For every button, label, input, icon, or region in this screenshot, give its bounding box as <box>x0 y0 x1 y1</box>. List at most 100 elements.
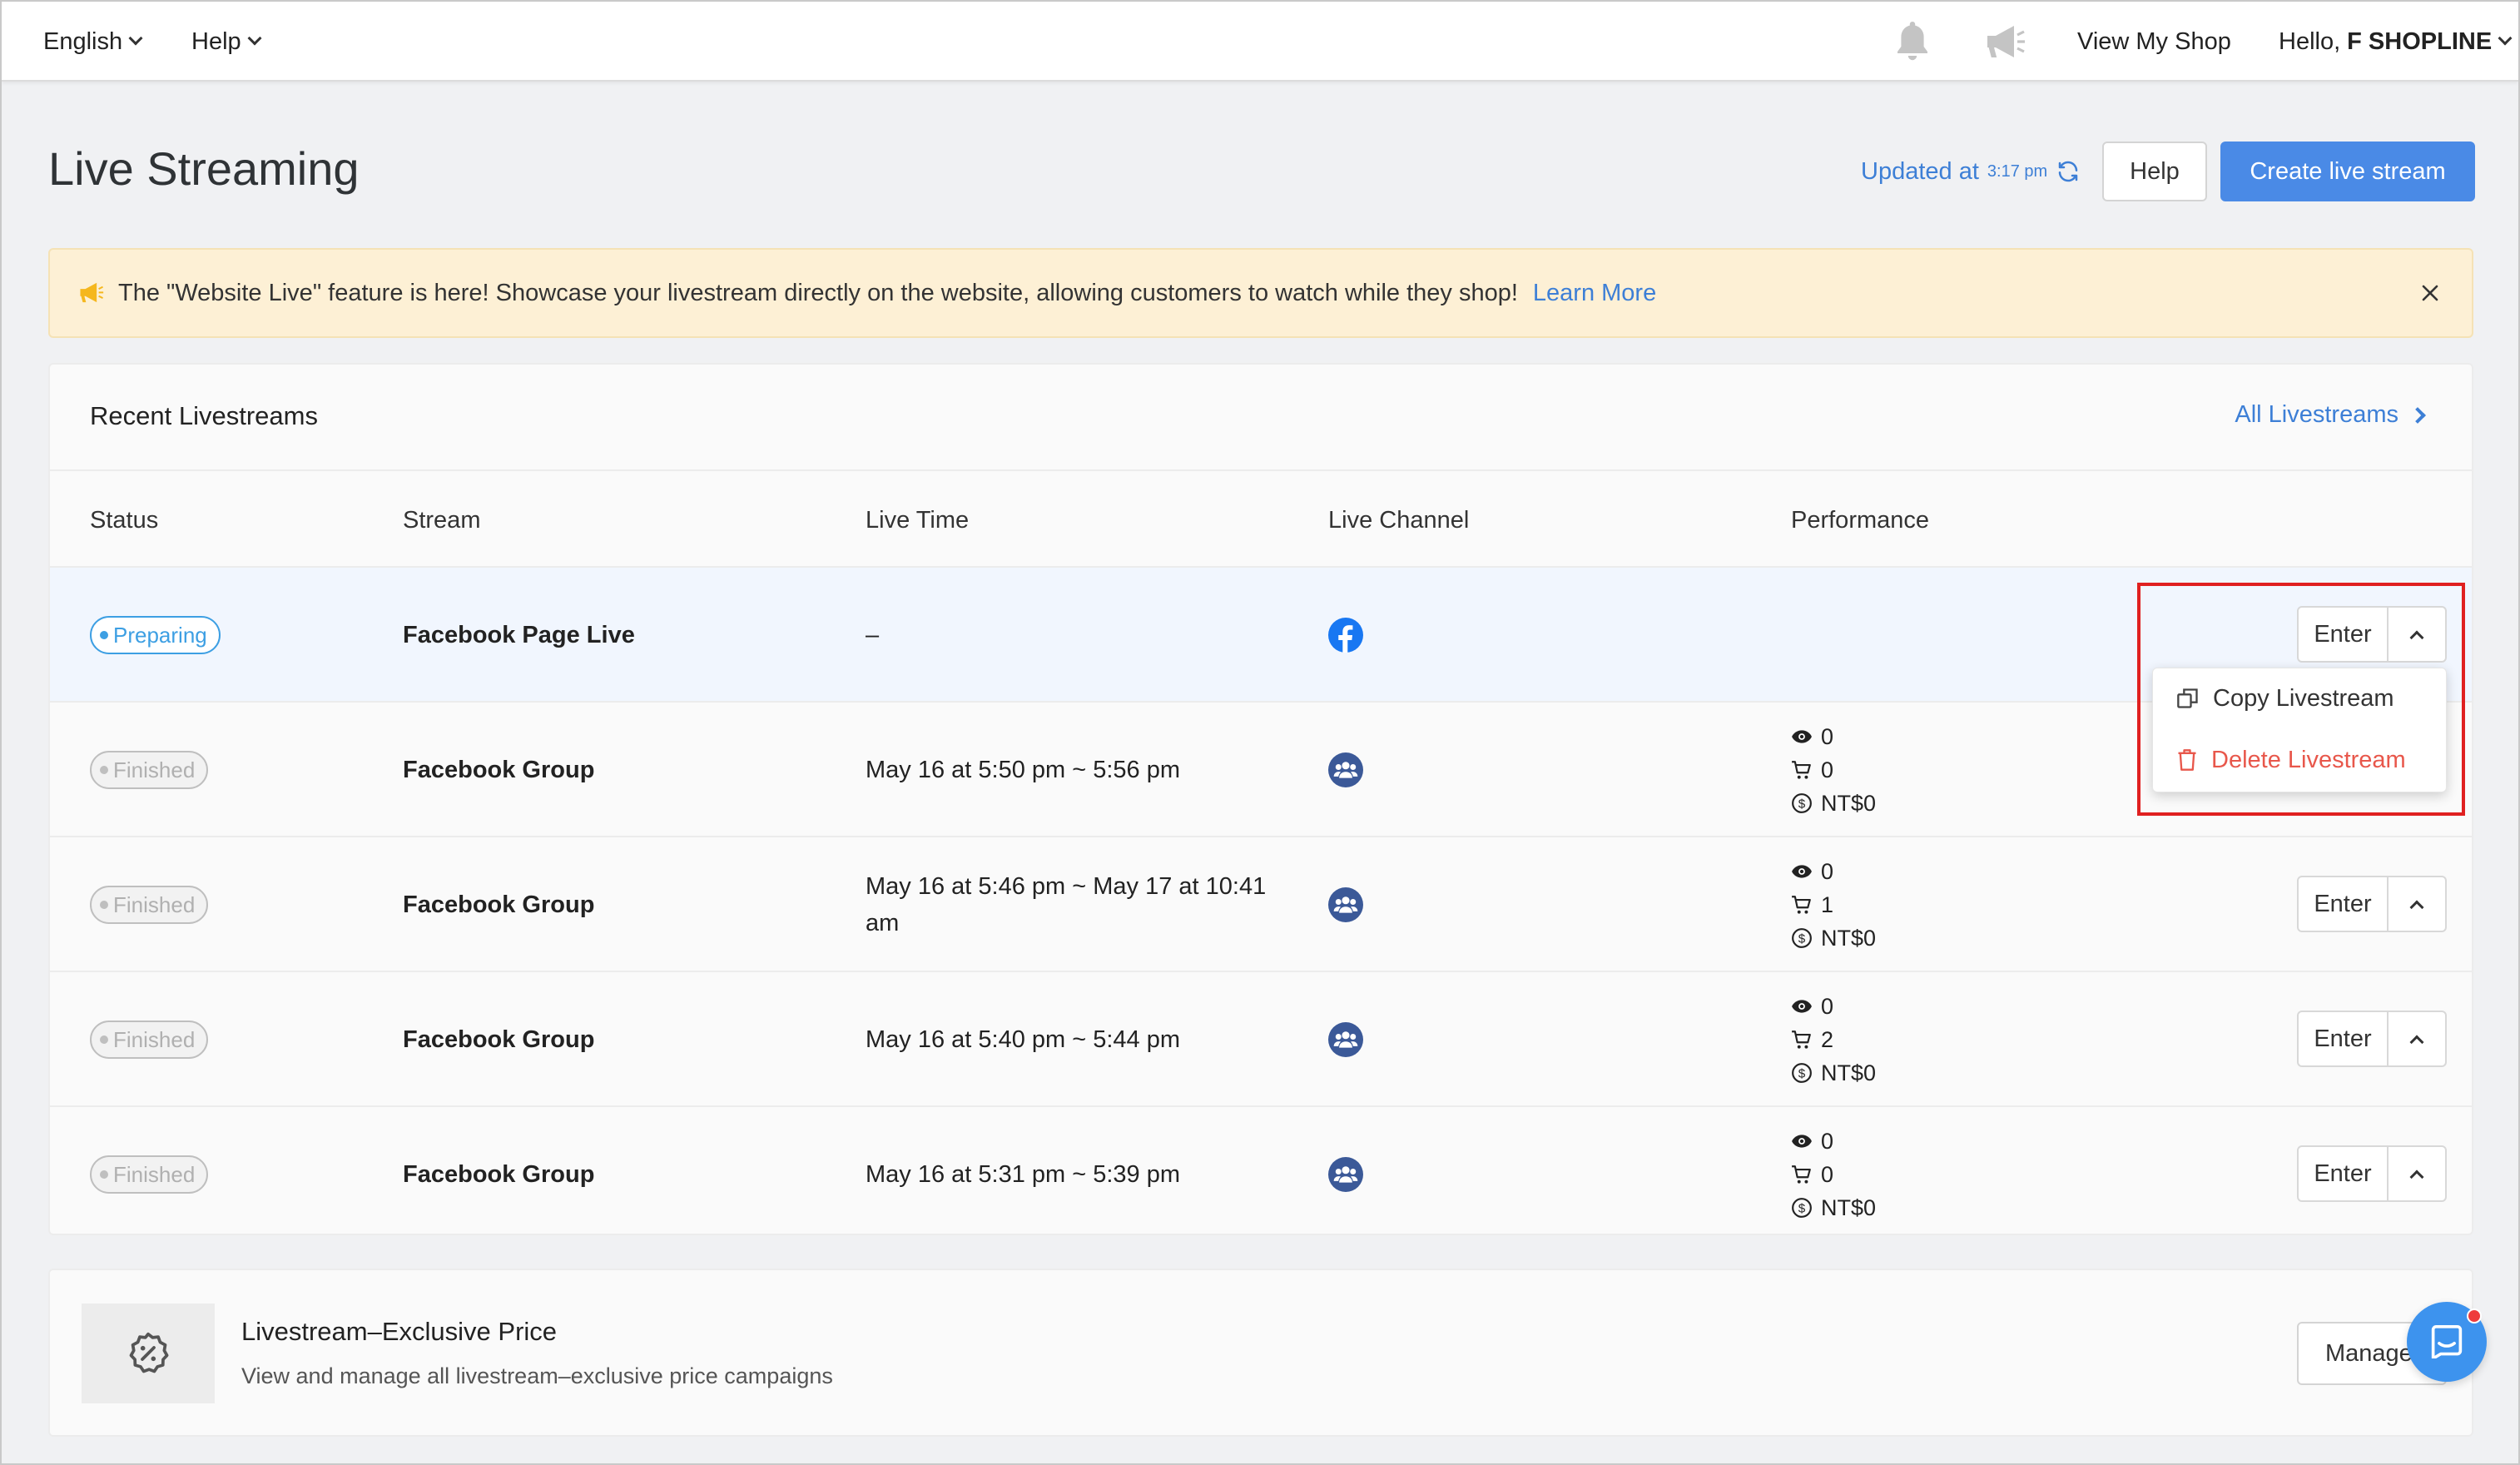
expand-menu-button[interactable] <box>2387 1012 2445 1065</box>
learn-more-link[interactable]: Learn More <box>1533 280 1656 307</box>
eye-icon <box>1792 1000 1812 1013</box>
announcement-banner: The "Website Live" feature is here! Show… <box>48 248 2473 338</box>
account-menu[interactable]: Hello, F SHOPLINE <box>2279 2 2513 82</box>
expand-menu-button[interactable] <box>2387 877 2445 931</box>
enter-button[interactable]: Enter <box>2299 877 2387 931</box>
stream-name: Facebook Group <box>403 1160 595 1188</box>
chat-support-button[interactable] <box>2407 1302 2487 1382</box>
sales-amount: NT$0 <box>1821 1060 1877 1085</box>
price-card-title: Livestream–Exclusive Price <box>241 1317 558 1346</box>
view-my-shop-label: View My Shop <box>2077 27 2231 55</box>
chevron-down-icon <box>247 31 262 46</box>
svg-text:$: $ <box>1798 797 1806 811</box>
enter-split-button: Enter <box>2297 606 2447 663</box>
status-label: Finished <box>113 1026 196 1052</box>
all-livestreams-link[interactable]: All Livestreams <box>2235 401 2426 429</box>
help-menu-label: Help <box>191 27 241 55</box>
carts-count: 2 <box>1821 1026 1834 1052</box>
sales-amount: NT$0 <box>1821 925 1877 951</box>
chevron-up-icon <box>2409 900 2424 915</box>
megaphone-icon <box>80 282 104 303</box>
language-label: English <box>43 27 123 55</box>
status-badge: Finished <box>90 886 209 924</box>
delete-livestream-item[interactable]: Delete Livestream <box>2153 735 2446 785</box>
facebook-group-icon <box>1328 837 1363 972</box>
chevron-up-icon <box>2409 630 2424 645</box>
cart-icon <box>1792 761 1811 779</box>
view-my-shop-link[interactable]: View My Shop <box>2077 2 2231 82</box>
close-icon[interactable] <box>2420 283 2440 303</box>
price-card-description: View and manage all livestream–exclusive… <box>241 1363 833 1388</box>
status-label: Finished <box>113 757 196 782</box>
views-count: 0 <box>1821 723 1834 749</box>
facebook-group-icon <box>1328 1107 1363 1242</box>
dollar-icon: $ <box>1792 793 1812 813</box>
svg-text:$: $ <box>1798 1066 1806 1080</box>
status-label: Finished <box>113 891 196 917</box>
exclusive-price-card: Livestream–Exclusive Price View and mana… <box>48 1269 2473 1437</box>
table-row[interactable]: Finished Facebook Group May 16 at 5:50 p… <box>50 703 2472 837</box>
cart-icon <box>1792 1030 1811 1049</box>
enter-split-button: Enter <box>2297 1145 2447 1202</box>
dollar-icon: $ <box>1792 1063 1812 1083</box>
performance-stats: 0 2 $ NT$0 <box>1791 972 1876 1107</box>
megaphone-icon[interactable] <box>1984 2 2027 82</box>
status-badge: Finished <box>90 751 209 789</box>
enter-button[interactable]: Enter <box>2299 608 2387 661</box>
notification-bell-icon[interactable] <box>1892 2 1932 82</box>
discount-badge-icon <box>82 1304 215 1403</box>
delete-livestream-label: Delete Livestream <box>2211 746 2406 773</box>
sales-amount: NT$0 <box>1821 790 1877 816</box>
enter-split-button: Enter <box>2297 1011 2447 1067</box>
stream-name: Facebook Group <box>403 756 595 783</box>
status-badge: Finished <box>90 1021 209 1059</box>
live-time: May 16 at 5:50 pm ~ 5:56 pm <box>866 756 1181 783</box>
stream-name: Facebook Page Live <box>403 621 635 648</box>
greeting-text: Hello, <box>2279 27 2341 55</box>
column-header-status: Status <box>90 506 159 534</box>
eye-icon <box>1792 865 1812 878</box>
expand-menu-button[interactable] <box>2387 1147 2445 1200</box>
chat-icon <box>2431 1325 2463 1358</box>
table-row[interactable]: Finished Facebook Group May 16 at 5:40 p… <box>50 972 2472 1107</box>
card-title: Recent Livestreams <box>90 401 318 430</box>
chevron-down-icon <box>128 31 143 46</box>
table-row[interactable]: Finished Facebook Group May 16 at 5:46 p… <box>50 837 2472 972</box>
all-livestreams-label: All Livestreams <box>2235 401 2398 428</box>
svg-text:$: $ <box>1798 931 1806 946</box>
copy-livestream-item[interactable]: Copy Livestream <box>2153 673 2446 723</box>
table-header: Status Stream Live Time Live Channel Per… <box>50 469 2472 568</box>
carts-count: 1 <box>1821 891 1834 917</box>
language-selector[interactable]: English <box>43 2 143 82</box>
recent-livestreams-card: Recent Livestreams All Livestreams Statu… <box>48 363 2473 1235</box>
live-time: May 16 at 5:40 pm ~ 5:44 pm <box>866 1026 1181 1053</box>
help-menu[interactable]: Help <box>191 2 262 82</box>
chevron-up-icon <box>2409 1170 2424 1184</box>
table-row[interactable]: Finished Facebook Group May 16 at 5:31 p… <box>50 1107 2472 1242</box>
copy-livestream-label: Copy Livestream <box>2213 684 2394 712</box>
performance-stats: 0 0 $ NT$0 <box>1791 703 1876 837</box>
enter-button[interactable]: Enter <box>2299 1012 2387 1065</box>
notification-dot <box>2467 1309 2482 1323</box>
banner-text: The "Website Live" feature is here! Show… <box>118 279 1518 306</box>
views-count: 0 <box>1821 858 1834 884</box>
column-header-live-time: Live Time <box>866 506 970 534</box>
chevron-up-icon <box>2409 1035 2424 1050</box>
create-live-stream-button[interactable]: Create live stream <box>2220 142 2475 201</box>
stream-name: Facebook Group <box>403 1026 595 1053</box>
stream-name: Facebook Group <box>403 891 595 918</box>
top-bar: English Help View My Shop Hello, F SHOPL… <box>2 2 2518 82</box>
live-time: – <box>866 621 880 648</box>
updated-label: Updated at <box>1861 157 1979 185</box>
cart-icon <box>1792 1165 1811 1184</box>
app-frame: English Help View My Shop Hello, F SHOPL… <box>0 0 2520 1465</box>
refresh-icon[interactable] <box>2056 159 2081 184</box>
updated-at[interactable]: Updated at 3:17 pm <box>1861 153 2081 190</box>
chevron-right-icon <box>2409 406 2426 424</box>
cart-icon <box>1792 896 1811 914</box>
help-button[interactable]: Help <box>2102 142 2207 201</box>
enter-button[interactable]: Enter <box>2299 1147 2387 1200</box>
views-count: 0 <box>1821 993 1834 1019</box>
table-row[interactable]: Preparing Facebook Page Live – Enter <box>50 568 2472 703</box>
expand-menu-button[interactable] <box>2387 608 2445 661</box>
